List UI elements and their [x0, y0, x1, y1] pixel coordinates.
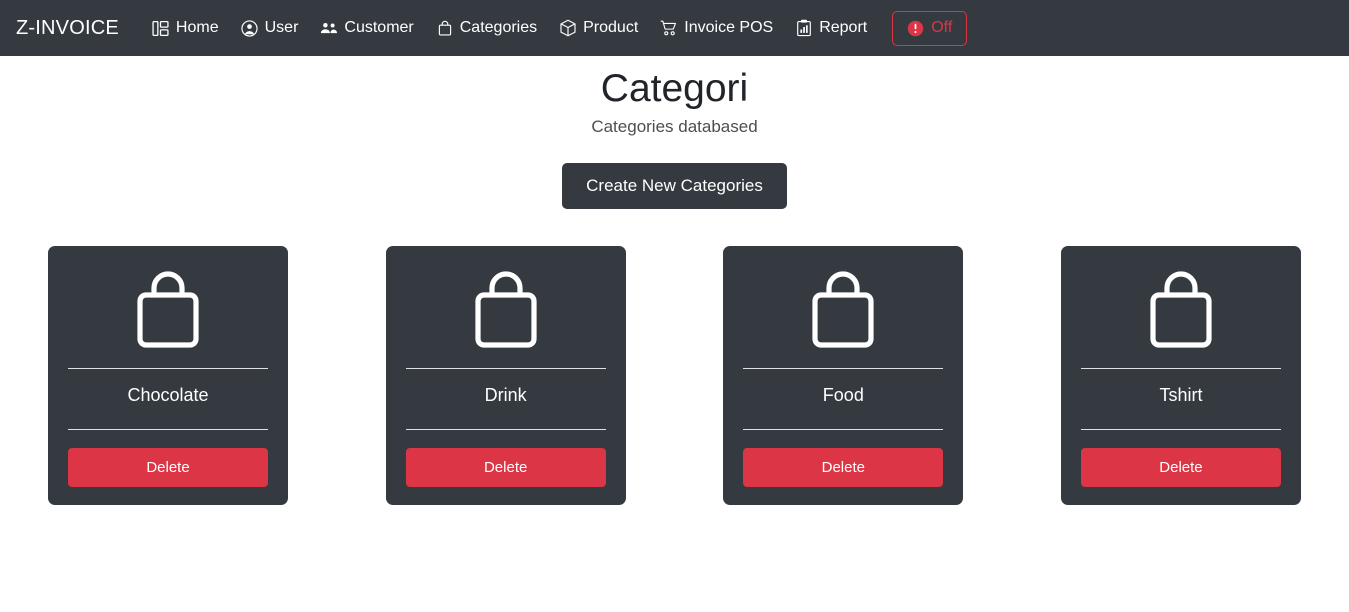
category-card-label: Drink: [484, 384, 527, 405]
user-circle-icon: [241, 19, 259, 37]
clipboard-chart-icon: [795, 19, 813, 37]
card-divider-bottom: [1080, 428, 1281, 430]
layout-grid-icon: [152, 19, 170, 37]
category-card-label: Food: [822, 384, 864, 405]
people-icon: [320, 19, 338, 37]
off-button[interactable]: Off: [892, 10, 968, 46]
delete-button[interactable]: Delete: [1080, 447, 1281, 487]
nav-links: Home User Customer Categories Product In…: [141, 13, 878, 43]
category-card[interactable]: Drink Delete: [385, 245, 626, 505]
top-navbar: Z-INVOICE Home User Customer Categories …: [0, 0, 1349, 56]
nav-item-product[interactable]: Product: [548, 13, 649, 43]
nav-label-report: Report: [819, 19, 868, 36]
exclamation-circle-icon: [907, 20, 924, 37]
nav-label-home: Home: [175, 19, 219, 36]
nav-label-categories: Categories: [459, 19, 538, 36]
delete-button[interactable]: Delete: [68, 447, 268, 487]
card-divider-top: [68, 367, 268, 369]
category-card-grid: Chocolate Delete Drink Delete Food Delet…: [0, 245, 1349, 505]
nav-item-home[interactable]: Home: [141, 13, 230, 43]
category-card[interactable]: Food Delete: [723, 245, 964, 505]
cart-icon: [660, 19, 678, 37]
nav-item-customer[interactable]: Customer: [309, 13, 424, 43]
bag-icon: [68, 268, 268, 360]
card-divider-bottom: [743, 428, 944, 430]
box-icon: [559, 19, 577, 37]
bag-icon: [406, 268, 606, 360]
card-divider-top: [743, 367, 944, 369]
nav-label-product: Product: [583, 19, 639, 36]
brand-logo[interactable]: Z-INVOICE: [16, 17, 119, 40]
nav-label-invoice-pos: Invoice POS: [684, 19, 774, 36]
bag-icon: [436, 19, 454, 37]
card-divider-top: [405, 367, 606, 369]
category-card-label: Chocolate: [127, 384, 209, 405]
nav-label-user: User: [264, 19, 299, 36]
card-divider-top: [1080, 367, 1281, 369]
page-header: Categori Categories databased Create New…: [0, 56, 1349, 209]
off-button-label: Off: [931, 19, 953, 36]
card-divider-bottom: [68, 428, 268, 430]
delete-button[interactable]: Delete: [405, 447, 606, 487]
delete-button[interactable]: Delete: [743, 447, 944, 487]
bag-icon: [1081, 268, 1281, 360]
nav-item-user[interactable]: User: [230, 13, 310, 43]
card-divider-bottom: [405, 428, 606, 430]
category-card[interactable]: Chocolate Delete: [48, 245, 288, 505]
nav-item-invoice-pos[interactable]: Invoice POS: [649, 13, 784, 43]
bag-icon: [743, 268, 943, 360]
page-subtitle: Categories databased: [591, 116, 758, 136]
create-new-categories-button[interactable]: Create New Categories: [562, 162, 787, 209]
nav-item-report[interactable]: Report: [784, 13, 878, 43]
nav-label-customer: Customer: [344, 19, 414, 36]
category-card[interactable]: Tshirt Delete: [1060, 245, 1301, 505]
nav-item-categories[interactable]: Categories: [425, 13, 548, 43]
page-title: Categori: [600, 67, 749, 110]
category-card-label: Tshirt: [1159, 384, 1203, 405]
